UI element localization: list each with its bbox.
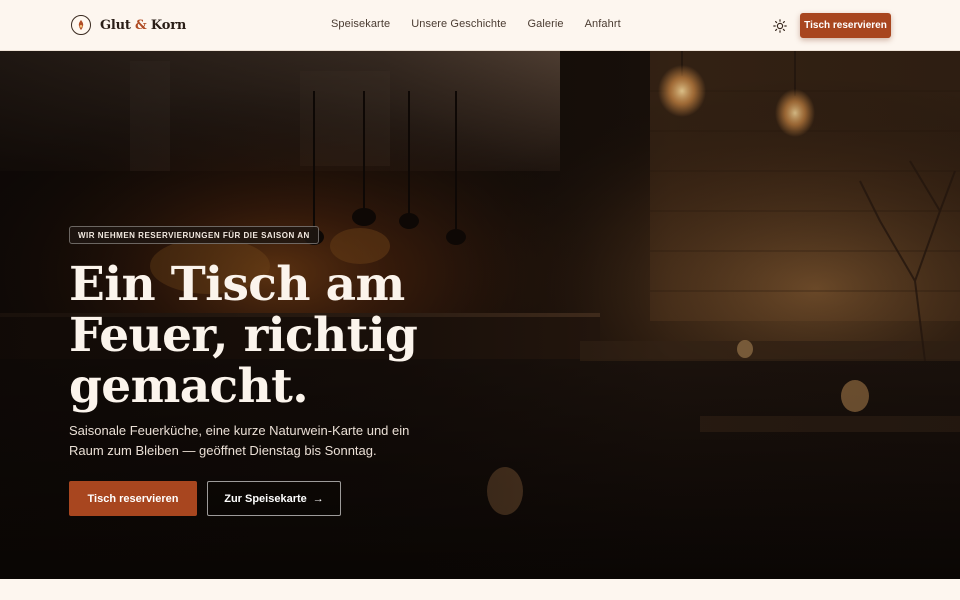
page-bottom-strip [0,579,960,600]
nav-link-galerie[interactable]: Galerie [527,18,563,30]
reserve-table-button[interactable]: Tisch reservieren [69,481,197,516]
nav-link-anfahrt[interactable]: Anfahrt [585,18,621,30]
brand-ampersand: & [135,17,147,33]
brand-name-last: Korn [150,17,187,33]
hero-description: Saisonale Feuerküche, eine kurze Naturwe… [69,423,410,458]
nav-link-speisekarte[interactable]: Speisekarte [331,18,390,30]
view-menu-button[interactable]: Zur Speisekarte → [207,481,341,516]
view-menu-label: Zur Speisekarte [224,492,307,505]
brand-logo[interactable]: Glut & Korn [71,15,186,35]
sun-icon[interactable] [772,18,788,34]
reserve-table-nav-button[interactable]: Tisch reservieren [800,13,891,38]
top-navigation: Glut & Korn Speisekarte Unsere Geschicht… [0,0,960,51]
brand-name: Glut & Korn [100,18,186,33]
hero-section: WIR NEHMEN RESERVIERUNGEN FÜR DIE SAISON… [0,51,960,579]
nav-link-geschichte[interactable]: Unsere Geschichte [411,18,506,30]
reservation-badge: WIR NEHMEN RESERVIERUNGEN FÜR DIE SAISON… [69,226,319,244]
hero-headline: Ein Tisch am Feuer, richtig gemacht. [69,257,418,414]
brand-name-first: Glut [100,17,131,33]
arrow-right-icon: → [312,492,324,505]
main-menu: Speisekarte Unsere Geschichte Galerie An… [331,18,621,30]
flame-compass-icon [71,15,91,35]
